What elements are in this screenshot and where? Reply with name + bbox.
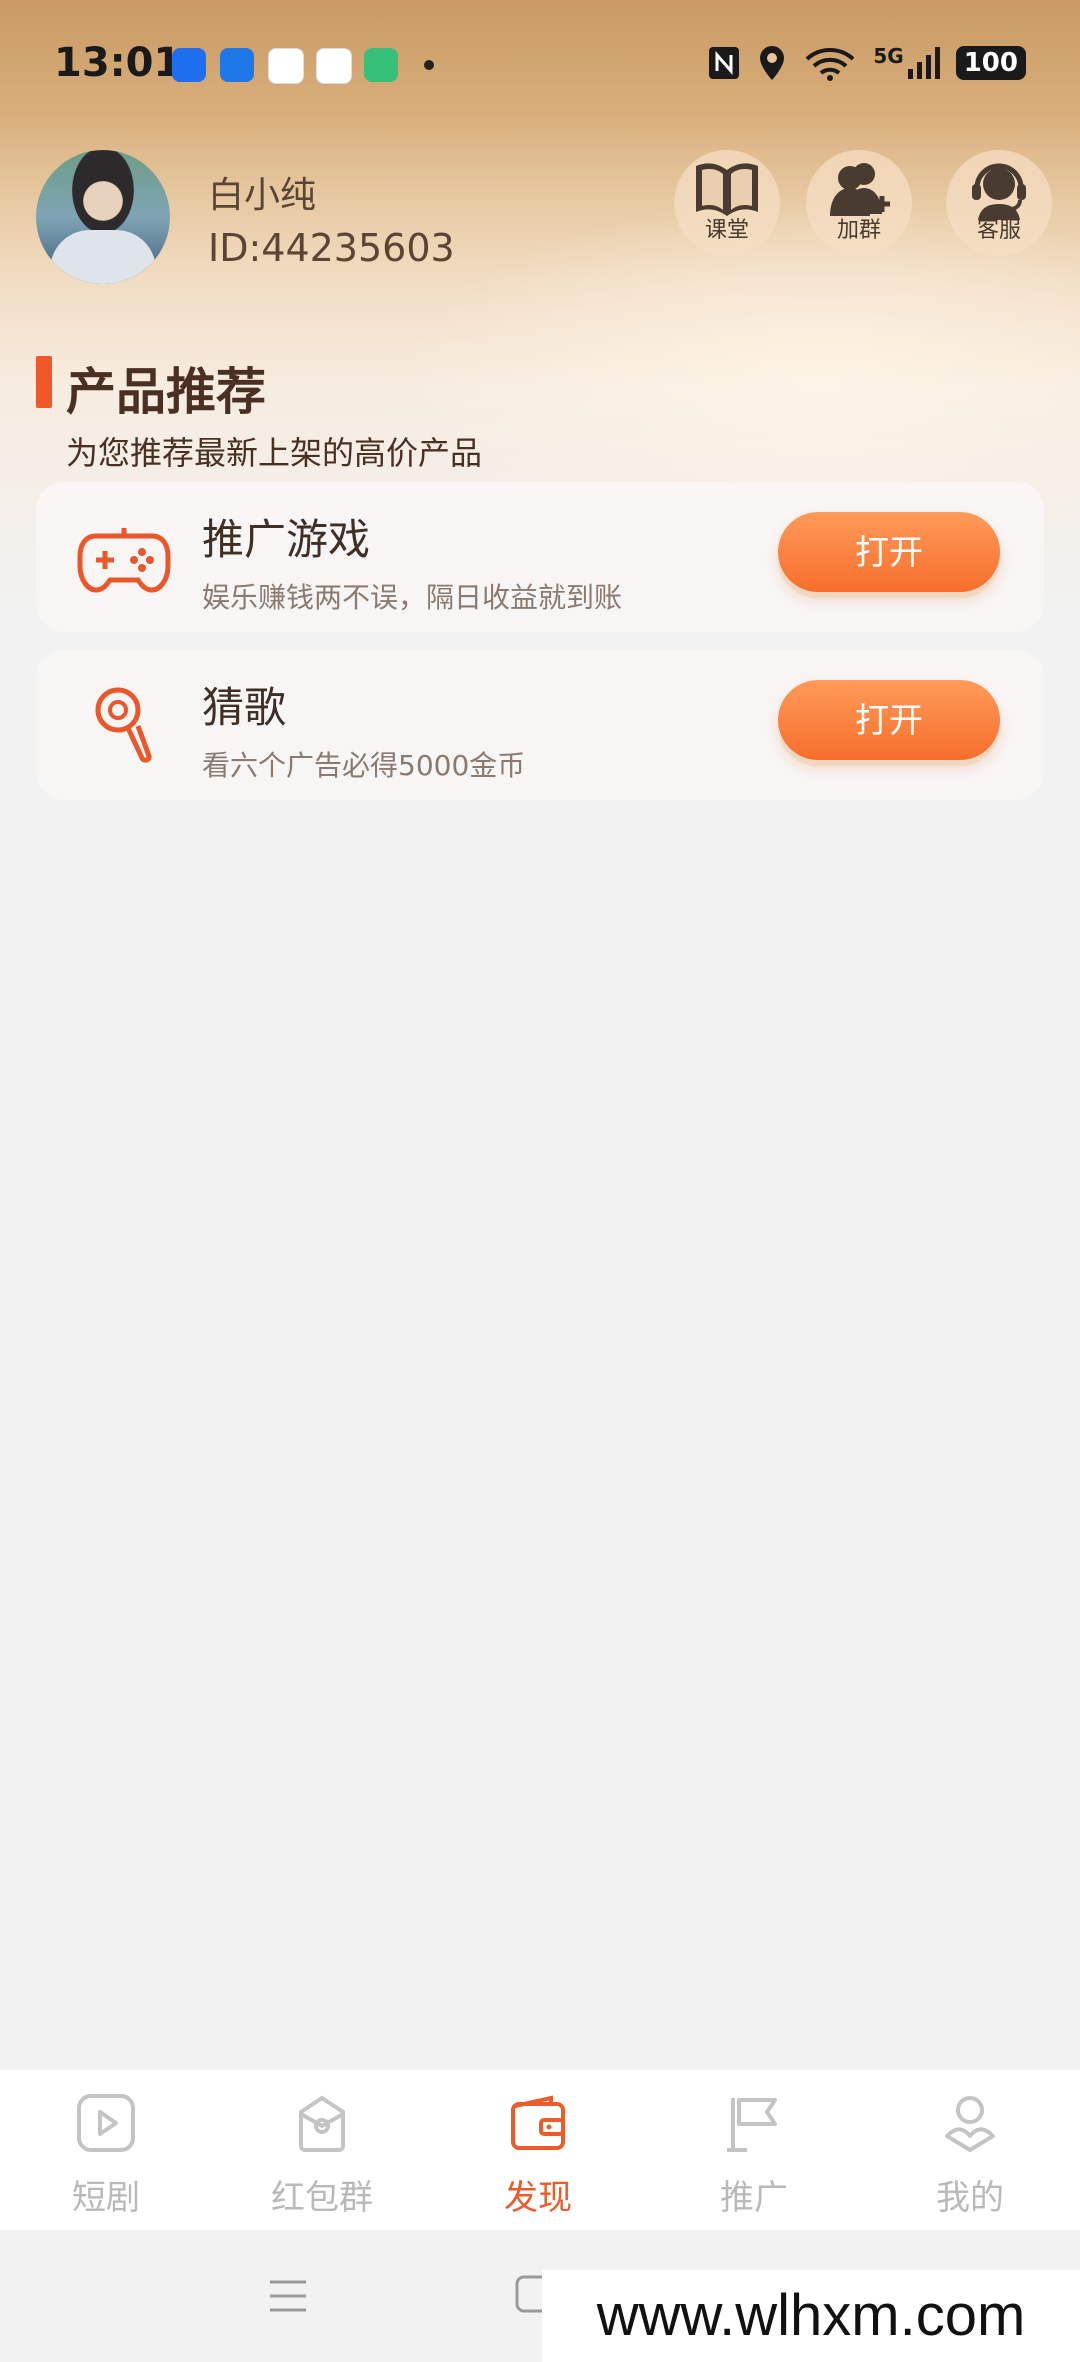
quick-action-label: 客服 [976,218,1021,243]
tab-label: 红包群 [271,2178,373,2218]
tab-red-packet-group[interactable]: 红包群 [242,2092,402,2222]
location-icon [760,46,785,80]
network-type: 5G [873,44,904,68]
wallet-icon [511,2095,565,2150]
bird-app-icon [268,48,304,84]
quick-action-label: 加群 [836,218,881,243]
book-icon [696,163,758,216]
battery-level: 100 [955,46,1026,80]
profile-icon [945,2096,995,2152]
section-accent-bar [36,356,52,408]
quick-action-customer-service[interactable]: 客服 [946,150,1052,256]
more-notifications-dot [424,60,434,70]
message-app-icon [172,48,206,82]
product-card-game[interactable]: 推广游戏 娱乐赚钱两不误，隔日收益就到账 打开 [36,482,1044,632]
status-bar: 13:01 5G 100 [0,0,1080,130]
flag-icon [727,2098,777,2152]
open-button[interactable]: 打开 [778,680,1000,760]
quick-action-join-group[interactable]: 加群 [806,150,912,256]
status-icons: 5G 100 [707,44,1026,82]
tab-discover[interactable]: 发现 [458,2092,618,2222]
red-packet-icon [299,2095,345,2152]
watermark: www.wlhxm.com [542,2270,1080,2362]
quick-action-label: 课堂 [704,218,749,243]
product-card-guess-song[interactable]: 猜歌 看六个广告必得5000金币 打开 [36,650,1044,800]
battery-app-icon [364,48,398,82]
play-icon [77,2094,135,2152]
open-button[interactable]: 打开 [778,512,1000,592]
system-nav-bar: www.wlhxm.com [0,2230,1080,2362]
section-title: 产品推荐 [66,363,266,421]
tab-label: 我的 [936,2178,1004,2218]
add-group-icon [830,163,890,216]
tab-mine[interactable]: 我的 [890,2092,1050,2222]
customer-service-icon [972,163,1026,220]
user-id: ID:44235603 [208,226,455,270]
menu-icon[interactable] [268,2276,308,2316]
mobile-app-icon [316,48,352,84]
section-subtitle: 为您推荐最新上架的高价产品 [66,434,483,472]
status-time: 13:01 [54,40,182,86]
gamepad-icon [77,528,171,593]
signal-icon [907,47,940,79]
tab-label: 推广 [720,2178,788,2218]
bottom-tab-bar: 短剧 红包群 发现 推广 我的 [0,2070,1080,2230]
product-title: 猜歌 [202,683,287,732]
product-description: 娱乐赚钱两不误，隔日收益就到账 [202,581,623,614]
product-description: 看六个广告必得5000金币 [202,749,526,782]
avatar[interactable] [36,150,170,284]
product-title: 推广游戏 [202,515,371,564]
nfc-icon [709,47,740,79]
wifi-icon [806,48,855,81]
tab-label: 短剧 [72,2178,140,2218]
quick-action-classroom[interactable]: 课堂 [674,150,780,256]
magnifier-icon [95,687,152,763]
fan-app-icon [220,48,254,82]
user-name: 白小纯 [208,175,317,216]
tab-label: 发现 [504,2178,572,2218]
tab-promote[interactable]: 推广 [674,2092,834,2222]
tab-short-drama[interactable]: 短剧 [26,2092,186,2222]
